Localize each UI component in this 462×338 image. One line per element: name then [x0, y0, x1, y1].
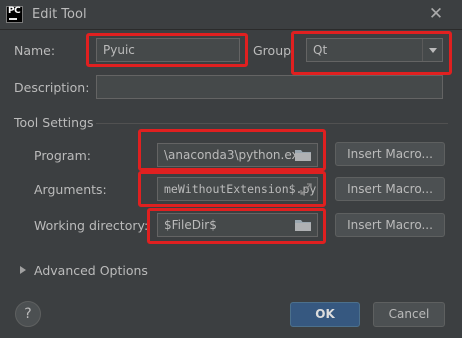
working-directory-label: Working directory:: [34, 218, 149, 233]
expand-arrow-icon[interactable]: [20, 266, 26, 274]
program-value: \anaconda3\python.exe: [164, 148, 306, 162]
expand-icon[interactable]: [300, 183, 312, 195]
folder-icon[interactable]: [295, 149, 311, 161]
advanced-options-toggle[interactable]: Advanced Options: [34, 263, 148, 278]
folder-icon[interactable]: [295, 219, 311, 231]
group-combobox[interactable]: Qt: [306, 38, 443, 62]
help-button[interactable]: ?: [15, 301, 41, 327]
group-value: Qt: [313, 43, 328, 57]
ok-button[interactable]: OK: [290, 302, 360, 327]
tool-settings-heading: Tool Settings: [14, 115, 94, 130]
working-directory-input[interactable]: $FileDir$: [157, 213, 318, 237]
group-label: Group: [253, 43, 292, 58]
insert-macro-button-arguments[interactable]: Insert Macro...: [335, 177, 445, 201]
insert-macro-button-working-directory[interactable]: Insert Macro...: [335, 213, 445, 237]
arguments-label: Arguments:: [34, 182, 107, 197]
program-input[interactable]: \anaconda3\python.exe: [157, 143, 318, 167]
description-label: Description:: [14, 80, 90, 95]
program-label: Program:: [34, 148, 91, 163]
insert-macro-button-program[interactable]: Insert Macro...: [335, 142, 445, 166]
working-directory-value: $FileDir$: [164, 218, 217, 232]
description-input[interactable]: [96, 75, 443, 99]
arguments-input[interactable]: meWithoutExtension$.py: [157, 177, 318, 201]
combo-dropdown-button[interactable]: [422, 39, 442, 61]
close-icon[interactable]: ✕: [428, 4, 444, 24]
chevron-down-icon: [429, 48, 437, 53]
name-input[interactable]: Pyuic: [96, 38, 240, 62]
arguments-value: meWithoutExtension$.py: [164, 182, 317, 196]
pycharm-icon: PC: [6, 6, 23, 23]
app-icon-text: PC: [8, 6, 21, 16]
cancel-button[interactable]: Cancel: [373, 302, 445, 327]
section-divider: [96, 123, 448, 124]
name-label: Name:: [14, 43, 56, 58]
window-title: Edit Tool: [32, 7, 87, 22]
